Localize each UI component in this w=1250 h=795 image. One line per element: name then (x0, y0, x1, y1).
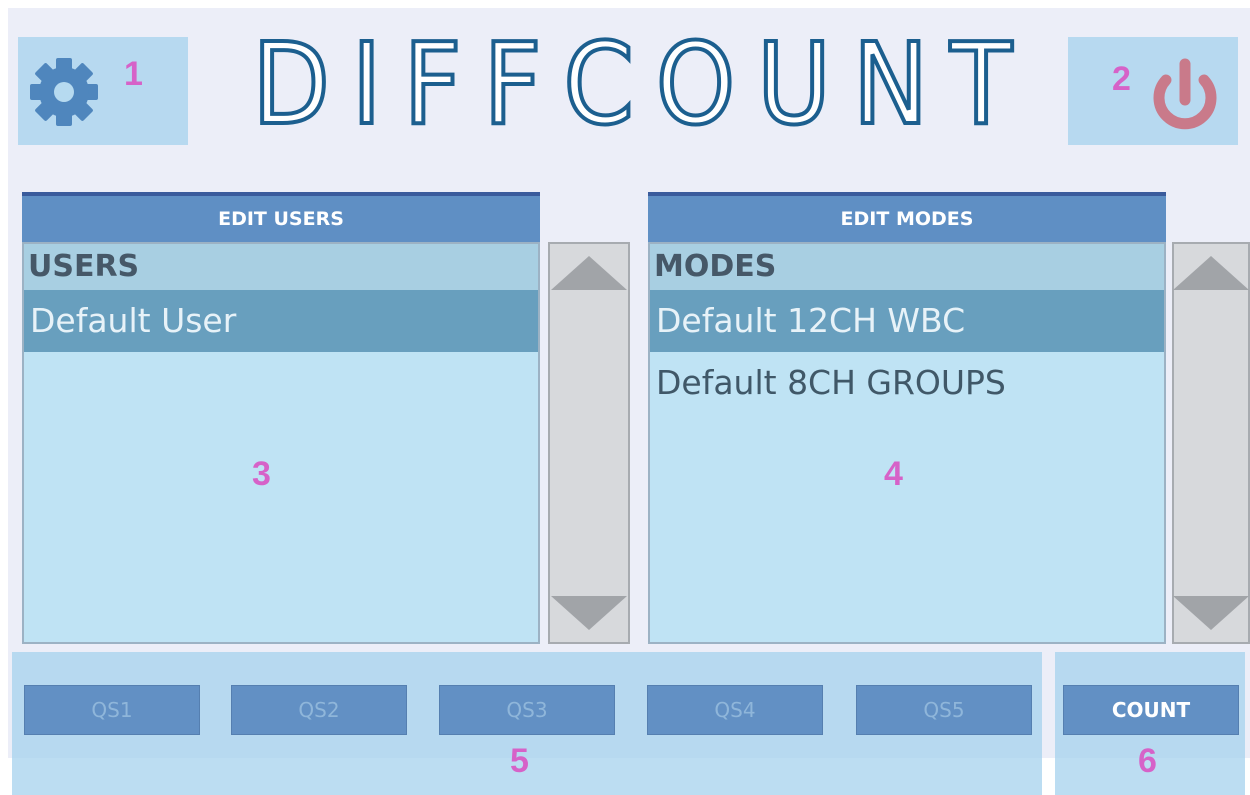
arrow-down-icon (1173, 596, 1249, 630)
users-list: USERS Default User (22, 242, 540, 644)
qs1-button[interactable]: QS1 (24, 685, 200, 735)
modes-scrollbar[interactable] (1172, 242, 1250, 644)
list-item[interactable]: Default 8CH GROUPS (650, 352, 1164, 414)
edit-users-button[interactable]: EDIT USERS (22, 192, 540, 242)
marker-1: 1 (124, 55, 143, 93)
users-scroll-up-button[interactable] (550, 248, 628, 298)
modes-scroll-up-button[interactable] (1173, 248, 1249, 298)
qs2-button[interactable]: QS2 (231, 685, 407, 735)
modes-list: MODES Default 12CH WBC Default 8CH GROUP… (648, 242, 1166, 644)
users-scrollbar[interactable] (548, 242, 630, 644)
arrow-down-icon (551, 596, 627, 630)
marker-3: 3 (252, 455, 271, 493)
qs3-button[interactable]: QS3 (439, 685, 615, 735)
edit-modes-button[interactable]: EDIT MODES (648, 192, 1166, 242)
modes-list-title: MODES (650, 244, 1164, 290)
arrow-up-icon (1173, 256, 1249, 290)
modes-scroll-down-button[interactable] (1173, 588, 1249, 638)
users-list-title: USERS (24, 244, 538, 290)
users-scroll-down-button[interactable] (550, 588, 628, 638)
gear-icon (30, 58, 98, 126)
marker-4: 4 (884, 455, 903, 493)
app-title: DIFFCOUNT (250, 20, 1034, 150)
arrow-up-icon (551, 256, 627, 290)
marker-6: 6 (1138, 742, 1157, 780)
settings-button[interactable] (24, 52, 104, 132)
count-button[interactable]: COUNT (1063, 685, 1239, 735)
marker-2: 2 (1112, 60, 1131, 98)
power-icon (1153, 58, 1217, 130)
qs4-button[interactable]: QS4 (647, 685, 823, 735)
marker-5: 5 (510, 742, 529, 780)
list-item[interactable]: Default 12CH WBC (650, 290, 1164, 352)
qs5-button[interactable]: QS5 (856, 685, 1032, 735)
power-button[interactable] (1140, 50, 1230, 140)
list-item[interactable]: Default User (24, 290, 538, 352)
